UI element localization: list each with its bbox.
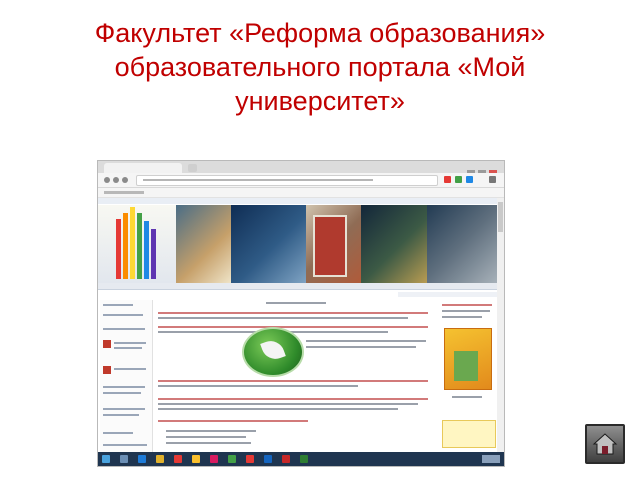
document-icon	[103, 366, 111, 374]
taskbar-app-icon[interactable]	[138, 455, 146, 463]
content-text	[158, 312, 428, 314]
taskbar-app-icon[interactable]	[120, 455, 128, 463]
sidebar-item[interactable]	[103, 408, 145, 410]
taskbar-app-icon[interactable]	[282, 455, 290, 463]
right-sidebar	[440, 300, 497, 452]
banner-photo	[231, 205, 306, 283]
bookmark-item[interactable]	[104, 191, 144, 194]
taskbar-app-icon[interactable]	[174, 455, 182, 463]
os-taskbar	[98, 452, 504, 466]
slide-title: Факультет «Реформа образования» образова…	[94, 18, 546, 116]
banner-book-frame	[313, 215, 347, 277]
content-text	[306, 346, 416, 348]
banner-column	[123, 213, 128, 279]
taskbar-app-icon[interactable]	[210, 455, 218, 463]
sidebar-item[interactable]	[103, 304, 133, 306]
new-tab-button[interactable]	[188, 164, 197, 172]
address-bar[interactable]	[136, 175, 438, 186]
content-text	[166, 442, 251, 444]
sidebar-text	[452, 396, 482, 398]
extension-icon[interactable]	[466, 176, 473, 183]
sidebar-item[interactable]	[114, 347, 142, 349]
banner-photo	[427, 205, 497, 283]
start-icon[interactable]	[102, 455, 110, 463]
content-heading	[266, 302, 326, 304]
banner-column	[130, 207, 135, 279]
banner-photo	[176, 205, 231, 283]
login-links[interactable]	[398, 292, 497, 297]
left-sidebar	[100, 300, 153, 452]
site-menu[interactable]	[98, 283, 497, 290]
sidebar-item[interactable]	[103, 392, 141, 394]
content-text	[166, 430, 256, 432]
content-text	[158, 420, 308, 422]
taskbar-app-icon[interactable]	[264, 455, 272, 463]
content-text	[158, 408, 398, 410]
sidebar-text	[442, 316, 482, 318]
address-text	[143, 179, 373, 181]
window-controls	[464, 163, 500, 176]
site-banner	[98, 205, 497, 283]
banner-photo	[361, 205, 427, 283]
banner-column	[144, 221, 149, 279]
taskbar-app-icon[interactable]	[300, 455, 308, 463]
sidebar-item[interactable]	[114, 368, 146, 370]
book-cover-image[interactable]	[444, 328, 492, 390]
content-text	[158, 380, 428, 382]
sidebar-item[interactable]	[103, 414, 139, 416]
taskbar-app-icon[interactable]	[156, 455, 164, 463]
back-icon[interactable]	[104, 177, 110, 183]
sidebar-item[interactable]	[103, 328, 145, 330]
sidebar-item[interactable]	[114, 342, 146, 344]
site-top-strip	[98, 198, 497, 204]
browser-tabstrip	[98, 161, 504, 176]
forward-icon[interactable]	[113, 177, 119, 183]
taskbar-app-icon[interactable]	[192, 455, 200, 463]
content-text	[306, 340, 426, 342]
promo-banner[interactable]	[442, 420, 496, 448]
page-scrollbar[interactable]	[497, 198, 504, 452]
menu-icon[interactable]	[489, 176, 496, 183]
sidebar-item[interactable]	[103, 432, 133, 434]
banner-column	[137, 213, 142, 279]
sidebar-item[interactable]	[103, 386, 145, 388]
home-icon	[592, 433, 618, 455]
faculty-logo	[242, 327, 304, 377]
extension-icon[interactable]	[455, 176, 462, 183]
home-button[interactable]	[585, 424, 625, 464]
content-text	[158, 317, 408, 319]
taskbar-app-icon[interactable]	[228, 455, 236, 463]
content-text	[158, 403, 418, 405]
banner-column	[151, 229, 156, 279]
content-text	[166, 436, 246, 438]
clock-area[interactable]	[482, 455, 500, 463]
sidebar-text	[442, 310, 490, 312]
banner-column	[116, 219, 121, 279]
reload-icon[interactable]	[122, 177, 128, 183]
bookmarks-bar	[98, 188, 504, 198]
sidebar-item[interactable]	[103, 314, 143, 316]
extension-icon[interactable]	[444, 176, 451, 183]
document-icon	[103, 340, 111, 348]
content-text	[158, 385, 358, 387]
browser-toolbar	[98, 173, 504, 188]
sidebar-item[interactable]	[103, 444, 147, 446]
browser-screenshot	[97, 160, 505, 467]
sidebar-text	[442, 304, 492, 306]
main-content	[156, 300, 436, 452]
content-text	[158, 326, 428, 328]
browser-tab[interactable]	[104, 163, 182, 173]
content-text	[158, 398, 428, 400]
banner-panel	[98, 205, 176, 283]
taskbar-app-icon[interactable]	[246, 455, 254, 463]
